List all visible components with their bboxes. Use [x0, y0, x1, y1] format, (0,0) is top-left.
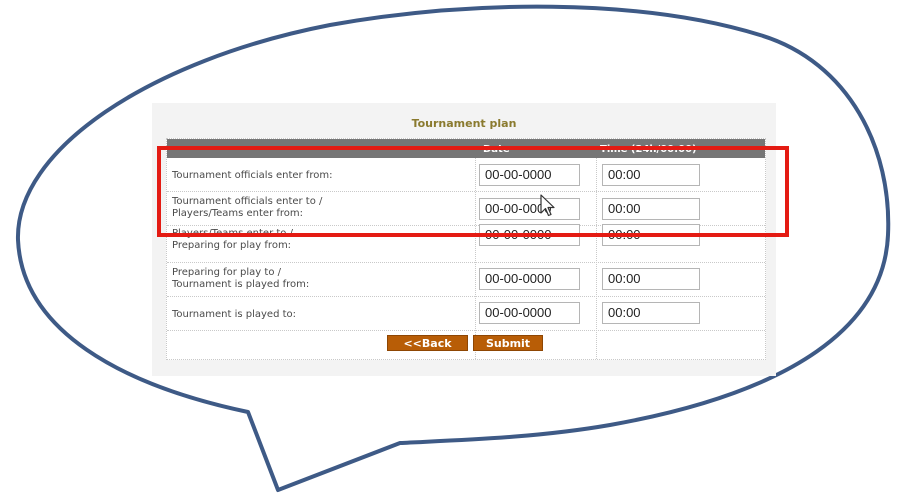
table-row-played-to: Tournament is played to: 00-00-0000 00:0… — [167, 297, 765, 331]
tournament-plan-panel: Tournament plan Date Time (24h/00:00) To… — [152, 103, 776, 376]
date-input[interactable]: 00-00-0000 — [479, 302, 580, 324]
table-row-officials-enter-from: Tournament officials enter from: 00-00-0… — [167, 158, 765, 192]
date-input[interactable]: 00-00-0000 — [479, 268, 580, 290]
row-label: Tournament officials enter from: — [172, 170, 333, 181]
time-column-header: Time (24h/00:00) — [600, 144, 697, 155]
date-input[interactable]: 00-00-0000 — [479, 164, 580, 186]
time-input[interactable]: 00:00 — [602, 302, 700, 324]
date-column-header: Date — [483, 144, 510, 155]
time-input[interactable]: 00:00 — [602, 164, 700, 186]
table-row-preparing-to: Preparing for play to / Tournament is pl… — [167, 263, 765, 297]
mouse-pointer-icon — [540, 194, 555, 217]
table-row-players-enter-to: Players/Teams enter to / Preparing for p… — [167, 224, 765, 263]
table-row-officials-enter-to: Tournament officials enter to / Players/… — [167, 192, 765, 226]
time-input[interactable]: 00:00 — [602, 224, 700, 246]
submit-button[interactable]: Submit — [473, 335, 543, 351]
form-title: Tournament plan — [411, 117, 517, 130]
time-input[interactable]: 00:00 — [602, 268, 700, 290]
date-input[interactable]: 00-00-0000 — [479, 198, 580, 220]
time-input[interactable]: 00:00 — [602, 198, 700, 220]
row-label: Tournament officials enter to / Players/… — [172, 196, 323, 219]
back-button[interactable]: <<Back — [387, 335, 468, 351]
tournament-plan-table: Date Time (24h/00:00) Tournament officia… — [166, 138, 766, 360]
row-label: Preparing for play to / Tournament is pl… — [172, 267, 310, 290]
row-label: Players/Teams enter to / Preparing for p… — [172, 228, 293, 251]
date-input[interactable]: 00-00-0000 — [479, 224, 580, 246]
table-header: Date Time (24h/00:00) — [167, 139, 765, 158]
row-label: Tournament is played to: — [172, 309, 297, 320]
